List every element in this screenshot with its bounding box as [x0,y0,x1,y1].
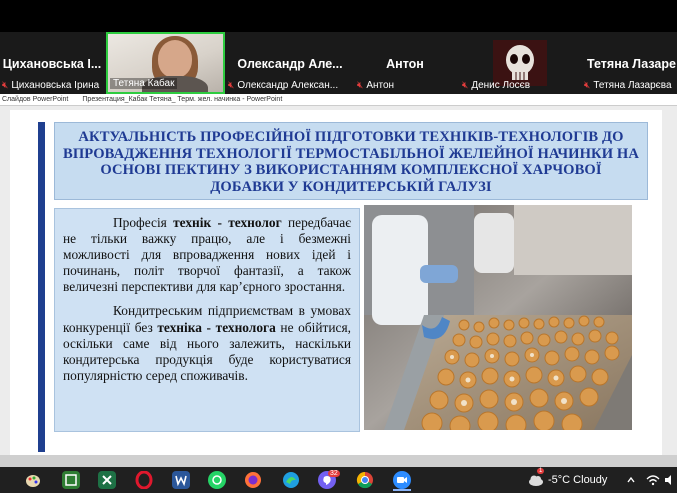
edge-icon[interactable] [282,471,300,489]
participant-tile[interactable]: Олександр Але... 🔇︎ Олександр Алексан... [226,32,354,94]
participant-tile[interactable]: 🔇︎ Денис Лосєв [460,32,580,94]
participant-name: Тетяна Лазаре [587,57,676,71]
participant-label: Денис Лосєв [471,80,531,91]
slide-body-text: Професія технік - технолог передбачає не… [54,208,360,432]
participant-tile-active-speaker[interactable]: Тетяна Кабак [106,32,225,94]
slide-title: АКТУАЛЬНІСТЬ ПРОФЕСІЙНОЇ ПІДГОТОВКИ ТЕХН… [63,129,640,195]
text-run-bold: технік - технолог [173,215,282,230]
opera-icon[interactable] [135,471,153,489]
participant-label: Цихановська Ірина [11,80,100,91]
viber-badge: 32 [328,470,340,477]
participant-label: Антон [366,80,395,91]
participant-name: Антон [386,57,424,71]
slide-title-box: АКТУАЛЬНІСТЬ ПРОФЕСІЙНОЇ ПІДГОТОВКИ ТЕХН… [54,122,648,200]
text-run: Професія [113,215,174,230]
whatsapp-icon[interactable] [208,471,226,489]
excel-icon[interactable] [98,471,116,489]
slide-accent-bar [38,122,45,452]
paint-icon[interactable] [24,471,42,489]
ppt-document-title: Презентация_Кабак Тетяна_ Терм. жел. нач… [82,96,283,103]
cloud-icon [529,475,543,486]
mic-muted-icon: 🔇︎ [584,80,591,91]
video-person-face [158,40,192,78]
slide-photo-bakery-conveyor [364,205,632,430]
network-icon[interactable] [646,471,660,489]
slide-paragraph: Професія технік - технолог передбачає не… [63,215,351,295]
ppt-app-label: Слайдов PowerPoint [2,96,69,103]
mic-muted-icon: 🔇︎ [357,80,364,91]
word-icon[interactable] [172,471,190,489]
slide-status-strip [0,455,677,467]
app-icon-green[interactable] [62,471,80,489]
participant-tile[interactable]: Антон 🔇︎ Антон [355,32,455,94]
top-black-strip [0,0,677,32]
firefox-icon[interactable] [244,471,262,489]
participant-tile[interactable]: Цихановська І... 🔇︎ Цихановська Ірина [0,32,104,94]
volume-icon[interactable] [664,471,676,489]
slide-paragraph: Кондитреським підприємствам в умовах кон… [63,303,351,383]
participant-tile[interactable]: Тетяна Лазаре 🔇︎ Тетяна Лазарєва [582,32,677,94]
windows-taskbar: 32 1 -5°C Cloudy [0,467,677,493]
presentation-slide: АКТУАЛЬНІСТЬ ПРОФЕСІЙНОЇ ПІДГОТОВКИ ТЕХН… [10,110,662,455]
participant-label: Олександр Алексан... [237,80,339,91]
mic-muted-icon: 🔇︎ [2,80,9,91]
participant-label: Тетяна Кабак [113,78,175,89]
tray-expand-icon[interactable] [626,471,636,489]
participant-name: Цихановська І... [2,57,102,71]
bakery-photo-image [364,205,632,430]
powerpoint-title-strip: Слайдов PowerPoint Презентация_Кабак Тет… [0,94,677,106]
participant-gallery: Цихановська І... 🔇︎ Цихановська Ірина Тет… [0,32,677,94]
participant-name: Олександр Але... [237,57,343,71]
zoom-icon[interactable] [393,471,411,489]
participant-label: Тетяна Лазарєва [593,80,672,91]
chrome-icon[interactable] [356,471,374,489]
text-run-bold: техніка - технолога [157,319,276,335]
weather-widget[interactable]: 1 -5°C Cloudy [528,468,608,489]
mic-muted-icon: 🔇︎ [462,80,469,91]
zoom-meeting-window: { "participants": [ {"name": "Цихановськ… [0,0,677,493]
weather-text: -5°C Cloudy [548,474,608,486]
zoom-active-indicator [393,489,411,491]
shared-screen: АКТУАЛЬНІСТЬ ПРОФЕСІЙНОЇ ПІДГОТОВКИ ТЕХН… [0,106,677,455]
mic-muted-icon: 🔇︎ [228,80,235,91]
